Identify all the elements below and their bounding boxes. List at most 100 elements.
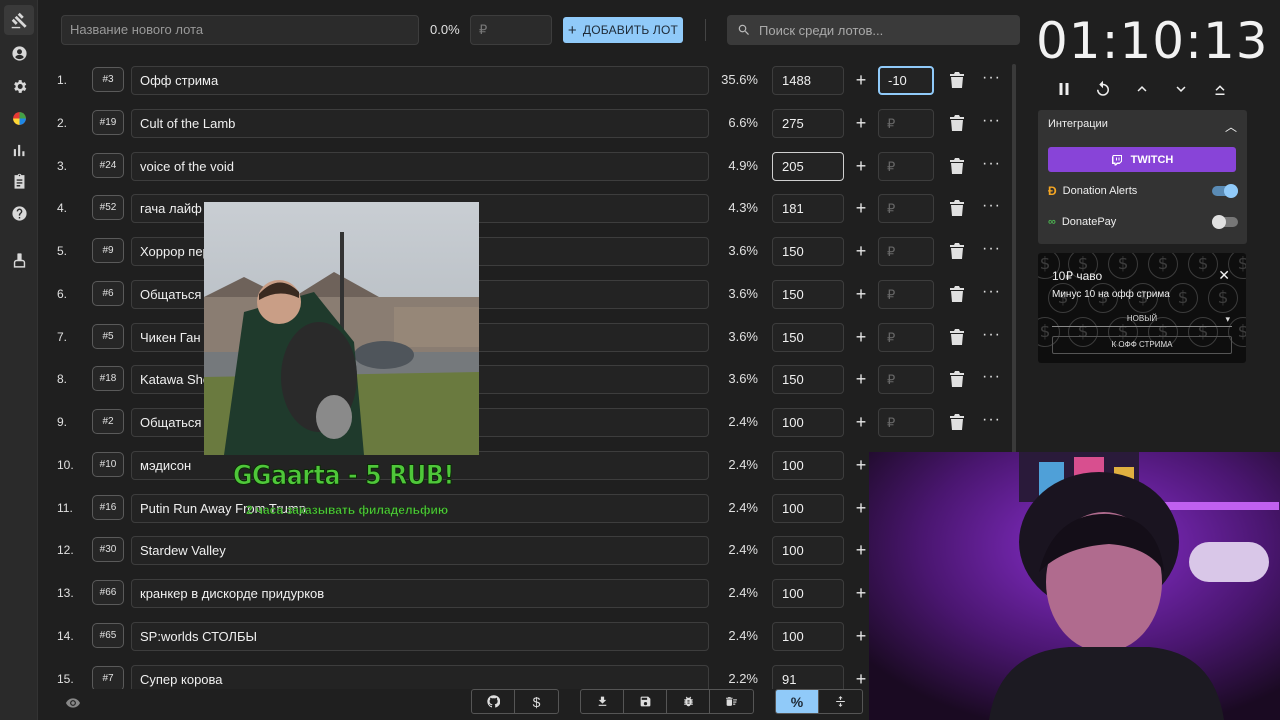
trash-icon[interactable] <box>950 371 964 388</box>
add-amount-plus-icon[interactable]: + <box>853 230 869 272</box>
new-lot-amount-input[interactable]: ₽ <box>470 15 552 45</box>
trash-icon[interactable] <box>950 285 964 302</box>
lot-id-badge[interactable]: #9 <box>92 238 124 263</box>
lot-extra-amount-input[interactable]: ₽ <box>878 408 934 437</box>
cleanup-icon[interactable] <box>4 245 34 275</box>
settings-icon[interactable] <box>4 71 34 101</box>
lot-id-badge[interactable]: #10 <box>92 451 124 477</box>
lot-amount-input[interactable]: 275 <box>772 108 844 138</box>
lot-amount-input[interactable]: 181 <box>772 194 844 224</box>
download-icon[interactable] <box>581 690 624 713</box>
lot-extra-amount-input[interactable]: -10 <box>878 66 934 95</box>
add-amount-plus-icon[interactable]: + <box>853 187 869 229</box>
lot-search-input[interactable]: Поиск среди лотов... <box>727 15 1020 45</box>
lot-extra-amount-input[interactable]: ₽ <box>878 194 934 224</box>
lot-id-badge[interactable]: #5 <box>92 323 124 349</box>
lot-extra-amount-input[interactable]: ₽ <box>878 108 934 138</box>
more-options-icon[interactable]: ··· <box>982 401 1001 439</box>
lot-name-input[interactable]: SP:worlds СТОЛБЫ <box>131 621 709 651</box>
trash-icon[interactable] <box>950 414 964 430</box>
lot-id-badge[interactable]: #16 <box>92 494 124 520</box>
percent-icon[interactable]: % <box>776 690 819 713</box>
lot-id-badge[interactable]: #3 <box>92 67 124 92</box>
trash-icon[interactable] <box>950 200 964 217</box>
lot-name-input[interactable]: Офф стрима <box>131 66 709 95</box>
stats-icon[interactable] <box>4 135 34 165</box>
lot-amount-input[interactable]: 100 <box>772 408 844 437</box>
new-lot-name-input[interactable]: Название нового лота <box>61 15 419 45</box>
chevron-up-icon[interactable]: ︿ <box>1225 118 1237 135</box>
lot-amount-input[interactable]: 100 <box>772 450 844 480</box>
lot-amount-input[interactable]: 1488 <box>772 66 844 95</box>
chevron-down-icon[interactable] <box>1168 76 1194 102</box>
add-amount-plus-icon[interactable]: + <box>853 487 869 529</box>
lot-id-badge[interactable]: #19 <box>92 109 124 135</box>
lot-extra-amount-input[interactable]: ₽ <box>878 151 934 181</box>
more-options-icon[interactable]: ··· <box>982 230 1001 268</box>
donation-alerts-toggle[interactable] <box>1212 184 1238 198</box>
more-options-icon[interactable]: ··· <box>982 102 1001 140</box>
github-icon[interactable] <box>472 690 515 713</box>
twitch-button[interactable]: TWITCH <box>1048 147 1236 172</box>
double-chevron-up-icon[interactable] <box>1207 76 1233 102</box>
lot-amount-input[interactable]: 150 <box>772 322 844 352</box>
lot-name-input[interactable]: Супер корова <box>131 664 709 689</box>
lot-name-input[interactable]: кранкер в дискорде придурков <box>131 579 709 608</box>
delete-sweep-icon[interactable] <box>710 690 753 713</box>
bug-icon[interactable] <box>667 690 710 713</box>
more-options-icon[interactable]: ··· <box>982 145 1001 183</box>
trash-icon[interactable] <box>950 328 964 345</box>
lot-amount-input[interactable]: 100 <box>772 536 844 566</box>
more-options-icon[interactable]: ··· <box>982 273 1001 311</box>
lots-scrollbar[interactable] <box>1012 64 1016 454</box>
add-amount-plus-icon[interactable]: + <box>853 444 869 486</box>
lot-extra-amount-input[interactable]: ₽ <box>878 237 934 266</box>
lot-id-badge[interactable]: #6 <box>92 280 124 306</box>
add-amount-plus-icon[interactable]: + <box>853 572 869 614</box>
more-options-icon[interactable]: ··· <box>982 358 1001 396</box>
close-icon[interactable]: ✕ <box>1218 267 1230 284</box>
lot-name-input[interactable]: Cult of the Lamb <box>131 108 709 138</box>
lot-amount-input[interactable]: 100 <box>772 493 844 523</box>
lot-id-badge[interactable]: #7 <box>92 665 124 689</box>
lot-amount-input[interactable]: 91 <box>772 664 844 689</box>
add-amount-plus-icon[interactable]: + <box>853 401 869 443</box>
pause-icon[interactable] <box>1051 76 1077 102</box>
trash-icon[interactable] <box>950 72 964 88</box>
trash-icon[interactable] <box>950 157 964 174</box>
lot-id-badge[interactable]: #18 <box>92 366 124 392</box>
add-amount-plus-icon[interactable]: + <box>853 615 869 657</box>
lot-id-badge[interactable]: #24 <box>92 152 124 178</box>
reset-icon[interactable] <box>1090 76 1116 102</box>
account-icon[interactable] <box>4 38 34 68</box>
lot-amount-input[interactable]: 100 <box>772 621 844 651</box>
lot-extra-amount-input[interactable]: ₽ <box>878 322 934 352</box>
chevron-up-icon[interactable] <box>1129 76 1155 102</box>
lot-id-badge[interactable]: #52 <box>92 195 124 221</box>
lot-amount-input[interactable]: 150 <box>772 237 844 266</box>
donation-lot-select[interactable]: НОВЫЙ ▾ <box>1052 311 1232 327</box>
add-amount-plus-icon[interactable]: + <box>853 145 869 187</box>
lot-amount-input[interactable]: 100 <box>772 579 844 608</box>
lot-amount-input[interactable]: 150 <box>772 279 844 309</box>
clipboard-icon[interactable] <box>4 166 34 196</box>
eye-icon[interactable] <box>66 696 80 708</box>
add-amount-plus-icon[interactable]: + <box>853 529 869 571</box>
add-amount-plus-icon[interactable]: + <box>853 316 869 358</box>
lot-amount-input[interactable]: 150 <box>772 365 844 395</box>
donate-dollar-icon[interactable]: $ <box>515 690 558 713</box>
wheel-icon[interactable] <box>4 103 34 133</box>
help-icon[interactable] <box>4 198 34 228</box>
donatepay-toggle[interactable] <box>1212 215 1238 229</box>
trash-icon[interactable] <box>950 243 964 259</box>
add-amount-plus-icon[interactable]: + <box>853 273 869 315</box>
donation-add-to-lot-button[interactable]: К ОФФ СТРИМА <box>1052 336 1232 354</box>
more-options-icon[interactable]: ··· <box>982 59 1001 97</box>
save-icon[interactable] <box>624 690 667 713</box>
lot-name-input[interactable]: Stardew Valley <box>131 536 709 566</box>
add-amount-plus-icon[interactable]: + <box>853 658 869 690</box>
add-lot-button[interactable]: + ДОБАВИТЬ ЛОТ <box>563 17 683 43</box>
add-amount-plus-icon[interactable]: + <box>853 358 869 400</box>
compact-view-icon[interactable] <box>819 690 862 713</box>
lot-extra-amount-input[interactable]: ₽ <box>878 279 934 309</box>
